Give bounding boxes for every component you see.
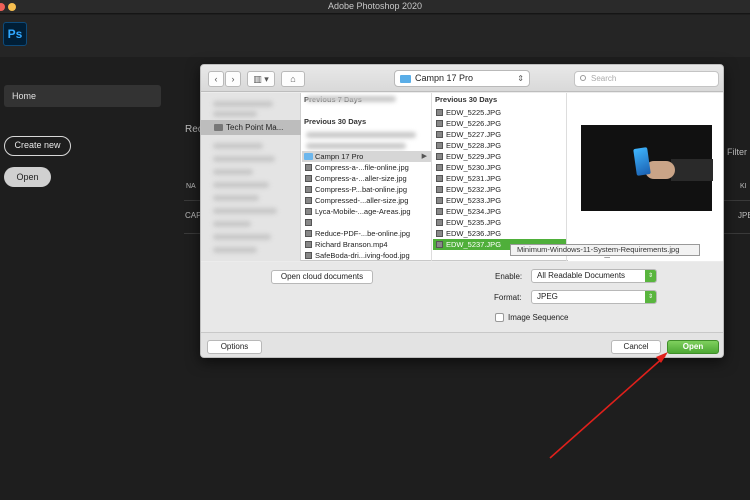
- annotation-arrow-icon: [549, 352, 668, 459]
